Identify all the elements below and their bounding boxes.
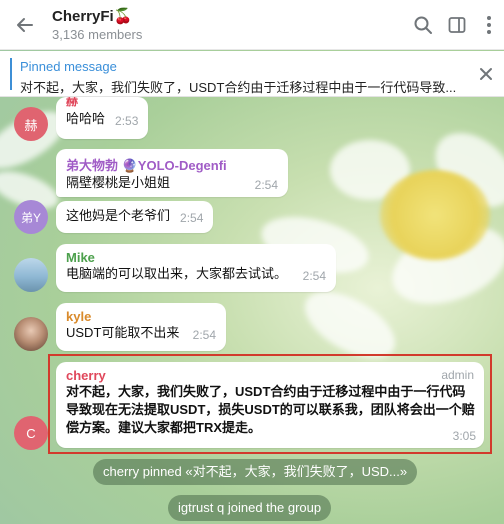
unpin-button[interactable]: [476, 64, 496, 84]
message-text: 哈哈哈: [66, 111, 106, 126]
search-button[interactable]: [406, 0, 440, 50]
sender-name[interactable]: Mike: [66, 250, 326, 265]
message-time: 2:54: [180, 211, 204, 225]
message-text: 这他妈是个老爷们: [66, 208, 171, 223]
avatar[interactable]: [14, 258, 48, 292]
more-vertical-icon: [487, 15, 491, 34]
message-time: 2:53: [115, 114, 139, 128]
highlight-box: [48, 354, 492, 454]
sender-name[interactable]: kyle: [66, 309, 216, 324]
close-icon: [480, 68, 492, 80]
message-time: 2:54: [254, 178, 278, 192]
avatar[interactable]: [14, 317, 48, 351]
avatar[interactable]: C: [14, 416, 48, 450]
message-text: 隔壁樱桃是小姐姐: [66, 175, 171, 190]
message-time: 2:54: [302, 269, 326, 283]
message-time: 2:54: [192, 328, 216, 342]
message-text: 电脑端的可以取出来，大家都去试试。: [66, 266, 288, 281]
message-bubble[interactable]: 这他妈是个老爷们 2:54: [56, 201, 214, 233]
back-arrow-icon: [17, 17, 33, 32]
sidebar-toggle-icon: [448, 16, 466, 33]
service-message[interactable]: cherry pinned «对不起，大家，我们失败了，USD...»: [93, 459, 418, 485]
more-button[interactable]: [474, 0, 504, 50]
pinned-text: 对不起，大家，我们失败了，USDT合约由于迁移过程中由于一行代码导致...: [20, 80, 457, 95]
chat-header: CherryFi🍒 3,136 members: [0, 0, 504, 50]
message-text: USDT可能取不出来: [66, 325, 180, 340]
message-bubble[interactable]: 赫 哈哈哈 2:53: [56, 97, 149, 139]
avatar[interactable]: 赫: [14, 107, 48, 141]
back-button[interactable]: [0, 0, 50, 50]
sender-name[interactable]: 赫: [66, 97, 138, 110]
message-bubble[interactable]: 弟大物勃 🔮YOLO-Degenfi 隔壁樱桃是小姐姐 2:54: [56, 149, 288, 197]
pinned-message-bar[interactable]: Pinned message 对不起，大家，我们失败了，USDT合约由于迁移过程…: [0, 51, 504, 97]
member-count: 3,136 members: [52, 27, 143, 42]
pinned-accent-bar: [10, 58, 12, 90]
sidebar-toggle-button[interactable]: [440, 0, 474, 50]
chat-title-area[interactable]: CherryFi🍒 3,136 members: [50, 7, 406, 42]
message-bubble[interactable]: kyle USDT可能取不出来 2:54: [56, 303, 226, 351]
sender-name[interactable]: 弟大物勃 🔮YOLO-Degenfi: [66, 155, 278, 174]
avatar[interactable]: 弟Y: [14, 200, 48, 234]
pinned-label: Pinned message: [20, 59, 117, 74]
service-message[interactable]: igtrust q joined the group: [168, 495, 332, 521]
message-bubble[interactable]: Mike 电脑端的可以取出来，大家都去试试。 2:54: [56, 244, 336, 292]
chat-title: CherryFi🍒: [52, 8, 133, 25]
search-icon: [414, 16, 432, 34]
